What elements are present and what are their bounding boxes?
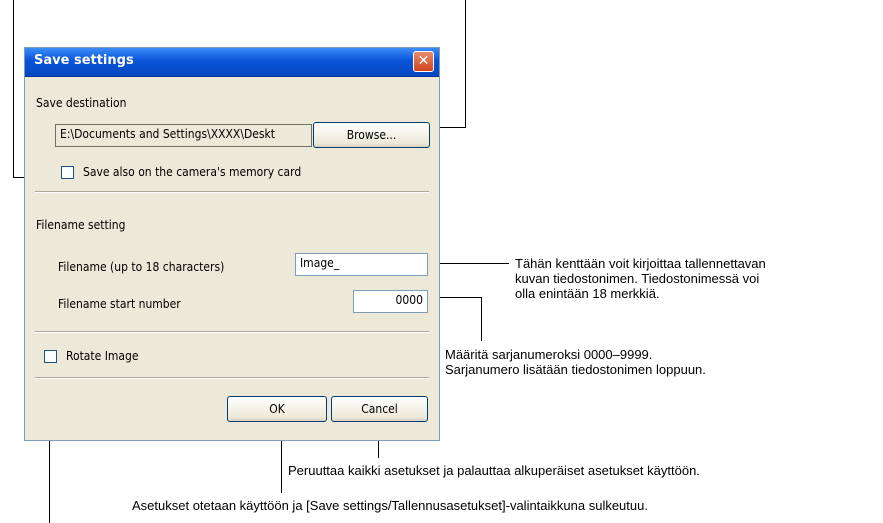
ok-annotation: Asetukset otetaan käyttöön ja [Save sett… — [132, 498, 648, 513]
filename-setting-label: Filename setting — [36, 218, 126, 232]
dialog-title: Save settings — [34, 53, 134, 68]
close-icon[interactable]: ✕ — [413, 51, 434, 72]
save-path-field[interactable]: E:\Documents and Settings\XXXX\Deskt — [55, 124, 312, 147]
save-card-checkbox[interactable] — [61, 166, 74, 179]
ok-button[interactable]: OK — [227, 396, 327, 422]
annotation-line: kuvan tiedostonimen. Tiedostonimessä voi — [515, 271, 760, 286]
annotation-line: Sarjanumero lisätään tiedostonimen loppu… — [445, 362, 706, 377]
save-destination-label: Save destination — [36, 96, 127, 110]
browse-button[interactable]: Browse... — [313, 122, 430, 148]
annotation-line: olla enintään 18 merkkiä. — [515, 286, 660, 301]
leader-line-checkbox-vertical — [13, 0, 14, 178]
save-card-label: Save also on the camera's memory card — [83, 165, 302, 179]
rotate-image-checkbox[interactable] — [44, 350, 57, 363]
start-number-annotation: Määritä sarjanumeroksi 0000–9999. Sarjan… — [445, 347, 706, 377]
filename-label: Filename (up to 18 characters) — [58, 260, 225, 274]
divider — [35, 331, 429, 333]
leader-line-start-number-vertical — [481, 297, 482, 341]
cancel-button[interactable]: Cancel — [331, 396, 428, 422]
rotate-image-label: Rotate Image — [66, 349, 139, 363]
save-settings-dialog: Save settings ✕ Save destination E:\Docu… — [24, 47, 440, 441]
start-number-label: Filename start number — [58, 297, 181, 311]
cancel-annotation: Peruuttaa kaikki asetukset ja palauttaa … — [288, 463, 700, 478]
annotation-line: Määritä sarjanumeroksi 0000–9999. — [445, 347, 653, 362]
filename-annotation: Tähän kenttään voit kirjoittaa tallennet… — [515, 256, 766, 301]
annotation-line: Tähän kenttään voit kirjoittaa tallennet… — [515, 256, 766, 271]
start-number-input[interactable]: 0000 — [353, 290, 428, 313]
title-bar: Save settings ✕ — [25, 48, 439, 77]
leader-line-browse-vertical — [465, 0, 466, 128]
filename-input[interactable]: Image_ — [295, 253, 428, 276]
divider — [35, 377, 429, 379]
divider — [35, 191, 429, 193]
